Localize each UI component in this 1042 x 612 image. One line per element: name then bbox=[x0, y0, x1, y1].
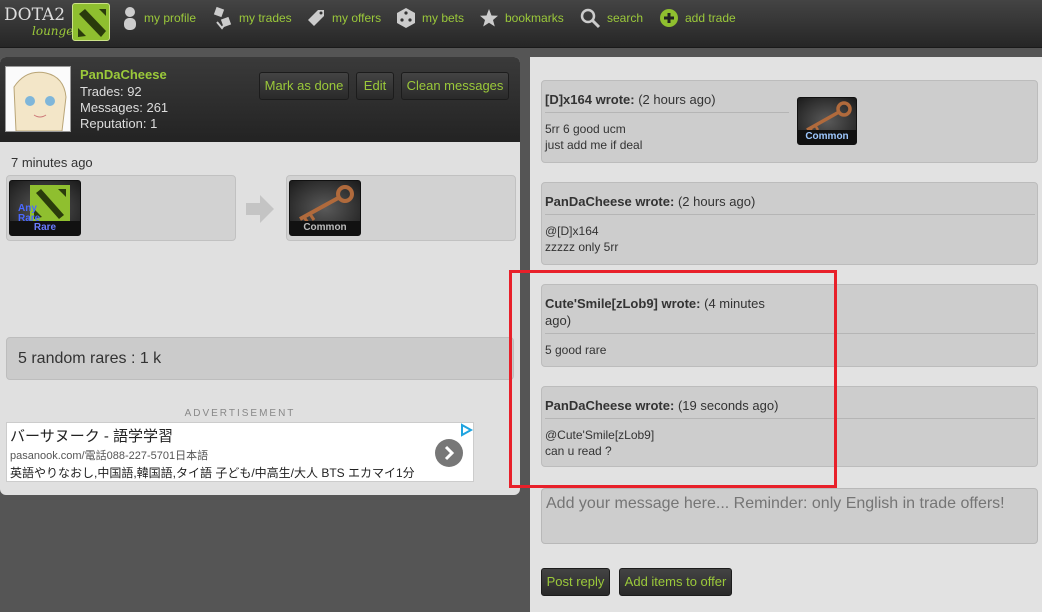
site-logo[interactable]: DOTA2 lounge bbox=[4, 3, 112, 43]
logo-subtext: lounge bbox=[32, 24, 74, 38]
message-time: ago) bbox=[545, 313, 572, 328]
nav-label: search bbox=[607, 11, 644, 25]
message-line: can u read ? bbox=[545, 444, 612, 458]
nav-label: add trade bbox=[685, 11, 736, 25]
message-body: 5rr 6 good ucm just add me if deal bbox=[545, 121, 642, 153]
nav-label: my trades bbox=[239, 11, 292, 25]
nav-my-offers[interactable]: my offers bbox=[306, 6, 381, 30]
trade-user-bar: PanDaCheese Trades: 92 Messages: 261 Rep… bbox=[0, 57, 520, 142]
message-line: zzzzz only 5rr bbox=[545, 240, 619, 254]
advertisement[interactable]: バーサヌーク - 語学学習 pasanook.com/電話088-227-570… bbox=[6, 422, 474, 482]
item-rarity: Common bbox=[290, 221, 360, 235]
nav-my-trades[interactable]: my trades bbox=[213, 6, 292, 30]
adchoices-icon[interactable] bbox=[459, 423, 474, 437]
message-header: Cute'Smile[zLob9] wrote: (4 minutes ago) bbox=[545, 295, 785, 329]
post-reply-button[interactable]: Post reply bbox=[541, 568, 610, 596]
message-divider bbox=[545, 214, 1035, 215]
trade-count: Trades: 92 bbox=[80, 84, 142, 99]
message-divider bbox=[545, 112, 789, 113]
message-time: (2 hours ago) bbox=[677, 194, 756, 209]
clean-messages-button[interactable]: Clean messages bbox=[401, 72, 509, 100]
ad-title[interactable]: バーサヌーク - 語学学習 bbox=[10, 425, 173, 446]
nav-label: my profile bbox=[144, 11, 197, 25]
chevron-right-icon bbox=[444, 445, 455, 461]
reply-textarea[interactable] bbox=[541, 488, 1038, 544]
dice-icon bbox=[397, 8, 415, 28]
nav-label: my offers bbox=[332, 11, 382, 25]
message: Cute'Smile[zLob9] wrote: (4 minutes ago) … bbox=[541, 284, 1038, 367]
search-icon bbox=[580, 8, 601, 29]
trades-icon bbox=[213, 6, 232, 30]
top-navbar: DOTA2 lounge my profile my trades my off… bbox=[0, 0, 1042, 48]
edit-button[interactable]: Edit bbox=[356, 72, 394, 100]
add-items-button[interactable]: Add items to offer bbox=[619, 568, 732, 596]
ad-go-button[interactable] bbox=[435, 439, 463, 467]
message-time: (2 hours ago) bbox=[638, 92, 716, 107]
message-body: 5 good rare bbox=[545, 342, 606, 358]
message: [D]x164 wrote: (2 hours ago) 5rr 6 good … bbox=[541, 80, 1038, 163]
tag-icon bbox=[308, 10, 324, 26]
nav-bookmarks[interactable]: bookmarks bbox=[479, 6, 564, 30]
item-rarity: Rare bbox=[10, 221, 80, 235]
wanted-items-slot: Common bbox=[286, 175, 516, 241]
mark-as-done-button[interactable]: Mark as done bbox=[259, 72, 349, 100]
trade-time: 7 minutes ago bbox=[11, 155, 93, 170]
message-count: Messages: 261 bbox=[80, 100, 169, 115]
message-time: (19 seconds ago) bbox=[677, 398, 779, 413]
message-header: [D]x164 wrote: (2 hours ago) bbox=[545, 91, 716, 108]
message-header: PanDaCheese wrote: (2 hours ago) bbox=[545, 193, 755, 210]
message-header: PanDaCheese wrote: (19 seconds ago) bbox=[545, 397, 778, 414]
wanted-item[interactable]: Common bbox=[289, 180, 361, 236]
message: PanDaCheese wrote: (2 hours ago) @[D]x16… bbox=[541, 182, 1038, 265]
offered-items-slot: Any Rare Rare bbox=[6, 175, 236, 241]
message-body: @[D]x164 zzzzz only 5rr bbox=[545, 223, 618, 255]
message-author[interactable]: PanDaCheese wrote: bbox=[545, 194, 674, 209]
message-line: @[D]x164 bbox=[545, 224, 599, 238]
message-author[interactable]: Cute'Smile[zLob9] wrote: bbox=[545, 296, 701, 311]
messages-panel: [D]x164 wrote: (2 hours ago) 5rr 6 good … bbox=[530, 57, 1042, 612]
message-author[interactable]: [D]x164 wrote: bbox=[545, 92, 635, 107]
message-divider bbox=[545, 333, 1035, 334]
avatar[interactable] bbox=[5, 66, 71, 132]
message-line: just add me if deal bbox=[545, 138, 643, 152]
message: PanDaCheese wrote: (19 seconds ago) @Cut… bbox=[541, 386, 1038, 467]
ad-url[interactable]: pasanook.com/電話088-227-5701日本語 bbox=[10, 447, 208, 463]
trade-panel: PanDaCheese Trades: 92 Messages: 261 Rep… bbox=[0, 57, 520, 495]
trade-notes: 5 random rares : 1 k bbox=[6, 337, 514, 380]
logo-text: DOTA2 bbox=[4, 5, 66, 25]
message-line: 5 good rare bbox=[545, 343, 607, 357]
nav-my-bets[interactable]: my bets bbox=[396, 6, 464, 30]
message-author[interactable]: PanDaCheese wrote: bbox=[545, 398, 674, 413]
arrow-right-icon bbox=[246, 195, 274, 223]
message-divider bbox=[545, 418, 1035, 419]
item-rarity: Common bbox=[798, 130, 856, 144]
message-item[interactable]: Common bbox=[797, 97, 857, 145]
ad-description: 英語やりなおし,中国語,韓国語,タイ語 子ども/中高生/大人 BTS エカマイ1… bbox=[10, 466, 415, 480]
nav-add-trade[interactable]: add trade bbox=[659, 6, 736, 30]
person-icon bbox=[124, 7, 136, 30]
reputation: Reputation: 1 bbox=[80, 116, 158, 131]
trade-username[interactable]: PanDaCheese bbox=[80, 67, 167, 82]
offered-item[interactable]: Any Rare Rare bbox=[9, 180, 81, 236]
message-time: (4 minutes bbox=[704, 296, 765, 311]
nav-label: my bets bbox=[422, 11, 465, 25]
dota-logo-icon bbox=[72, 3, 110, 41]
nav-label: bookmarks bbox=[505, 11, 564, 25]
message-line: @Cute'Smile[zLob9] bbox=[545, 428, 655, 442]
star-icon bbox=[480, 9, 498, 27]
message-body: @Cute'Smile[zLob9] can u read ? bbox=[545, 427, 654, 459]
nav-search[interactable]: search bbox=[579, 6, 643, 30]
ad-label: ADVERTISEMENT bbox=[184, 408, 296, 419]
nav-my-profile[interactable]: my profile bbox=[122, 6, 196, 30]
plus-icon bbox=[660, 9, 678, 27]
message-line: 5rr 6 good ucm bbox=[545, 122, 626, 136]
